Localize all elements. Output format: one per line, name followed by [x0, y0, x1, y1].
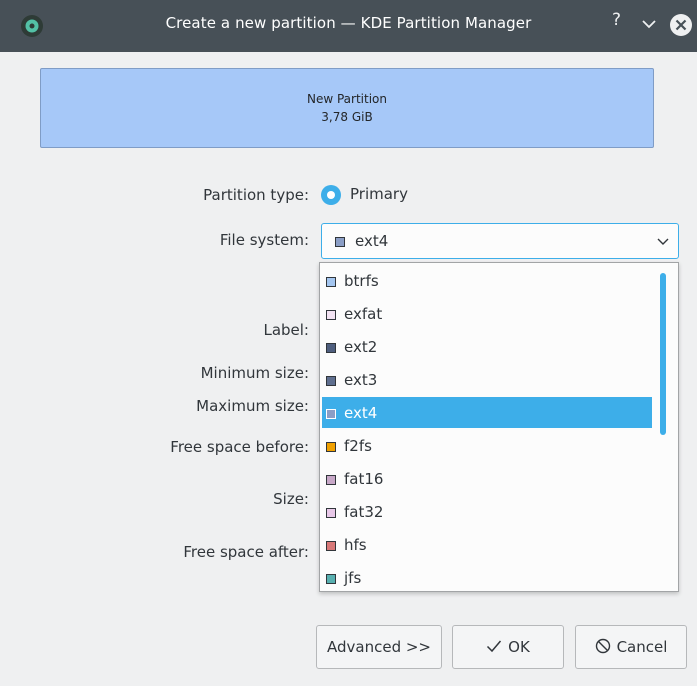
filesystem-color-swatch — [326, 475, 336, 485]
chevron-down-icon — [657, 238, 669, 245]
filesystem-color-swatch — [326, 277, 336, 287]
close-icon[interactable] — [669, 13, 693, 37]
title-bar: Create a new partition — KDE Partition M… — [0, 0, 697, 52]
free-space-before-label: Free space before: — [170, 438, 309, 456]
filesystem-color-swatch — [326, 541, 336, 551]
filesystem-color-swatch — [326, 376, 336, 386]
filesystem-color-swatch — [326, 442, 336, 452]
filesystem-color-swatch — [326, 310, 336, 320]
free-space-after-label: Free space after: — [183, 543, 309, 561]
cancel-icon — [595, 638, 610, 653]
file-system-option-label: exfat — [344, 305, 383, 323]
cancel-button-label: Cancel — [616, 638, 668, 656]
file-system-combobox[interactable]: ext4 — [321, 223, 679, 259]
cancel-button[interactable]: Cancel — [575, 625, 687, 669]
file-system-option-btrfs[interactable]: btrfs — [322, 265, 652, 298]
radio-dot — [327, 191, 335, 199]
file-system-option-jfs[interactable]: jfs — [322, 562, 652, 595]
file-system-option-label: ext4 — [344, 404, 378, 422]
ok-button[interactable]: OK — [452, 625, 564, 669]
partition-preview: New Partition 3,78 GiB — [40, 68, 654, 148]
dropdown-scrollbar[interactable] — [660, 273, 666, 435]
file-system-option-ext4[interactable]: ext4 — [322, 397, 652, 428]
minimum-size-label: Minimum size: — [200, 364, 309, 382]
filesystem-color-swatch — [326, 574, 336, 584]
file-system-option-exfat[interactable]: exfat — [322, 298, 652, 331]
primary-radio[interactable] — [321, 185, 341, 205]
partition-size: 3,78 GiB — [321, 110, 373, 124]
file-system-option-label: jfs — [344, 569, 362, 587]
file-system-option-ext2[interactable]: ext2 — [322, 331, 652, 364]
file-system-dropdown-list[interactable]: jfs hfs fat32 fat16 f2fs ext4 ext3 ext2 exfat btr… — [319, 262, 679, 592]
partition-name: New Partition — [307, 92, 387, 106]
advanced-button[interactable]: Advanced >> — [316, 625, 442, 669]
file-system-option-label: hfs — [344, 536, 367, 554]
advanced-button-label: Advanced >> — [327, 638, 431, 656]
file-system-option-label: f2fs — [344, 437, 372, 455]
maximum-size-label: Maximum size: — [196, 397, 309, 415]
file-system-option-label: fat32 — [344, 503, 384, 521]
file-system-label: File system: — [219, 231, 309, 249]
filesystem-color-swatch — [326, 409, 336, 419]
filesystem-color-swatch — [326, 343, 336, 353]
label-field-label: Label: — [263, 321, 309, 339]
file-system-option-label: btrfs — [344, 272, 379, 290]
size-label: Size: — [273, 490, 309, 508]
filesystem-color-swatch — [326, 508, 336, 518]
file-system-option-fat16[interactable]: fat16 — [322, 463, 652, 496]
file-system-option-label: ext3 — [344, 371, 378, 389]
minimize-icon[interactable] — [641, 16, 657, 32]
file-system-option-ext3[interactable]: ext3 — [322, 364, 652, 397]
file-system-option-label: ext2 — [344, 338, 378, 356]
file-system-option-fat32[interactable]: fat32 — [322, 496, 652, 529]
ok-button-label: OK — [508, 638, 530, 656]
file-system-option-label: fat16 — [344, 470, 384, 488]
help-button[interactable]: ? — [612, 10, 621, 30]
window-title: Create a new partition — KDE Partition M… — [165, 14, 532, 32]
primary-radio-label[interactable]: Primary — [350, 185, 408, 203]
file-system-selected: ext4 — [355, 232, 389, 250]
file-system-option-f2fs[interactable]: f2fs — [322, 430, 652, 463]
partition-type-label: Partition type: — [203, 186, 309, 204]
file-system-option-hfs[interactable]: hfs — [322, 529, 652, 562]
filesystem-color-swatch — [335, 237, 345, 247]
checkmark-icon — [487, 640, 502, 652]
